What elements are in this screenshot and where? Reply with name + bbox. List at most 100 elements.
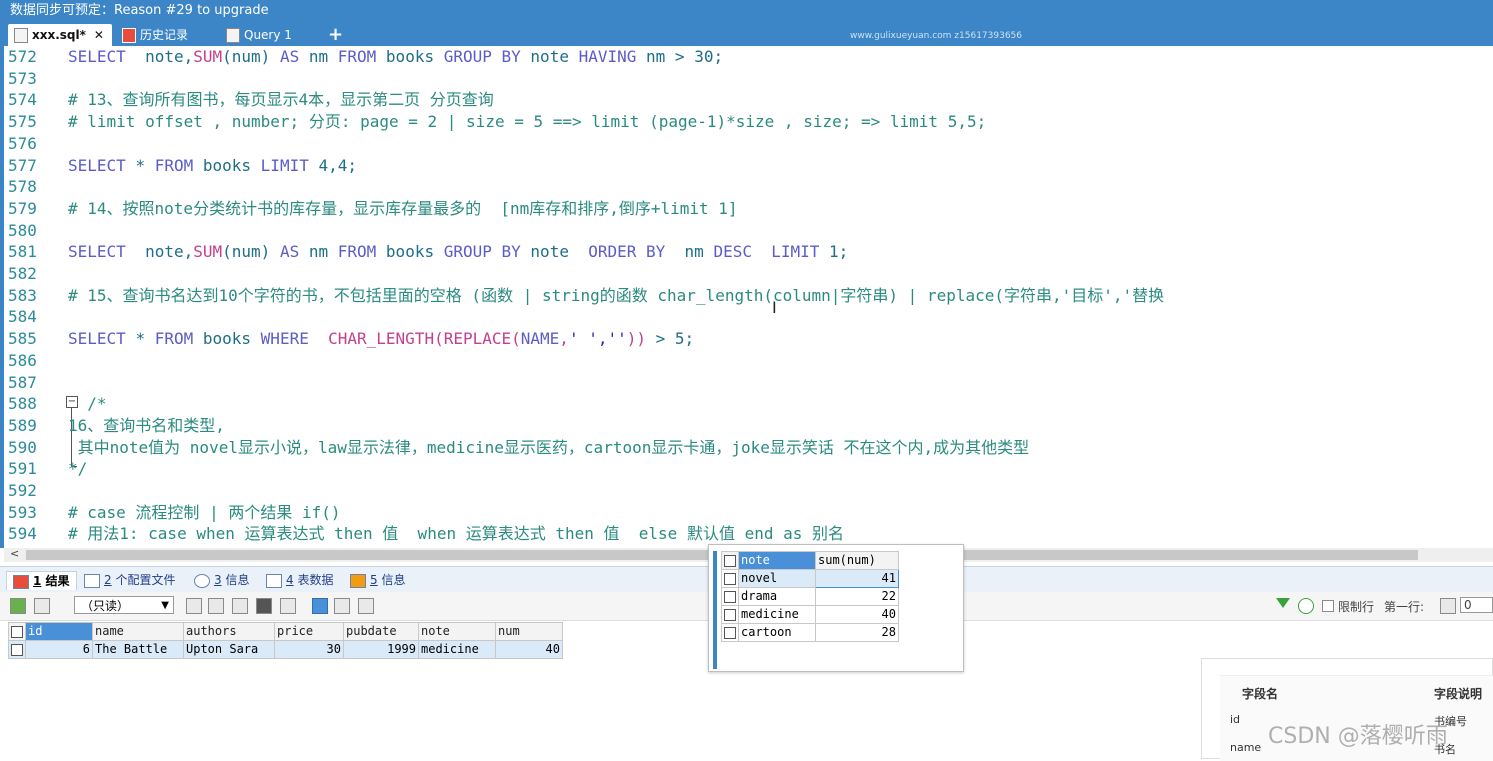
popup-row-checkbox-cell[interactable] [721, 623, 739, 642]
readonly-select[interactable]: （只读） ▼ [74, 596, 174, 614]
form-view-icon[interactable] [334, 598, 350, 614]
sql-editor[interactable]: − I 572 SELECT note,SUM(num) AS nm FROM b… [0, 46, 1493, 548]
tab-info-2[interactable]: 5 信息 [350, 571, 405, 589]
popup-cell[interactable]: 40 [815, 605, 899, 624]
code-line[interactable]: 578 [8, 176, 68, 198]
code-line[interactable]: 576 [8, 133, 68, 155]
duplicate-icon[interactable] [208, 598, 224, 614]
tab-profiles[interactable]: 2 个配置文件 [84, 571, 175, 589]
code-line[interactable]: 591 */ [8, 458, 87, 480]
new-tab-button[interactable]: + [328, 24, 343, 46]
result-cell[interactable]: The Battle [92, 640, 184, 659]
code-line[interactable]: 582 [8, 263, 68, 285]
table-row[interactable]: medicine 40 [721, 605, 899, 624]
copy-icon[interactable] [186, 598, 202, 614]
table-row[interactable]: novel 41 [721, 569, 899, 588]
row-checkbox[interactable] [11, 643, 23, 656]
popup-column-header[interactable]: note [738, 551, 816, 570]
previous-page-icon[interactable] [1440, 598, 1456, 614]
code-line[interactable]: 583 # 15、查询书名达到10个字符的书，不包括里面的空格 (函数 | str… [8, 285, 1164, 307]
code-line[interactable]: 584 [8, 306, 68, 328]
scroll-left-icon[interactable]: < [10, 547, 19, 560]
select-all-checkbox[interactable] [11, 625, 23, 638]
tab-xxx-sql[interactable]: xxx.sql* ✕ [8, 24, 112, 46]
popup-cell[interactable]: novel [738, 569, 816, 588]
popup-cell[interactable]: 28 [815, 623, 899, 642]
tab-table-data[interactable]: 4 表数据 [266, 571, 333, 589]
code-line[interactable]: 581 SELECT note,SUM(num) AS nm FROM books… [8, 241, 848, 263]
result-header-checkbox-cell[interactable] [8, 622, 26, 641]
row-checkbox[interactable] [724, 590, 736, 603]
popup-cell[interactable]: cartoon [738, 623, 816, 642]
code-line[interactable]: 579 # 14、按照note分类统计书的库存量，显示库存量最多的 [nm库存和排… [8, 198, 738, 220]
code-line[interactable]: 586 [8, 350, 68, 372]
code-line[interactable]: 572 SELECT note,SUM(num) AS nm FROM books… [8, 46, 723, 68]
first-row-input[interactable]: 0 [1460, 597, 1493, 613]
popup-header-checkbox-cell[interactable] [721, 551, 739, 570]
row-checkbox[interactable] [724, 626, 736, 639]
popup-grid[interactable]: note sum(num) novel 41 drama 22 medicine 40 cart… [721, 551, 899, 642]
code-line[interactable]: 588 /* [8, 393, 107, 415]
code-line[interactable]: 593 # case 流程控制 | 两个结果 if() [8, 502, 341, 524]
result-column-header[interactable]: price [274, 622, 344, 641]
refresh-icon[interactable] [1298, 598, 1314, 614]
select-all-checkbox[interactable] [724, 554, 736, 567]
result-column-header[interactable]: authors [183, 622, 275, 641]
code-line[interactable]: 587 [8, 372, 68, 394]
save-icon[interactable] [232, 598, 248, 614]
result-column-header[interactable]: name [92, 622, 184, 641]
tab-query-1[interactable]: Query 1 [220, 24, 292, 46]
delete-icon[interactable] [256, 598, 272, 614]
result-grid[interactable]: id name authors price pubdate note num 6 The Bat… [8, 622, 563, 659]
popup-cell[interactable]: 41 [815, 569, 899, 588]
code-line[interactable]: 589 16、查询书名和类型, [8, 415, 225, 437]
table-row[interactable]: 6 The Battle Upton Sara 30 1999 medicine 40 [8, 640, 563, 659]
table-row[interactable]: drama 22 [721, 587, 899, 606]
filter-icon[interactable] [1276, 598, 1290, 608]
result-cell[interactable]: 30 [274, 640, 344, 659]
grid-options-icon[interactable] [34, 598, 50, 614]
grid-view-icon[interactable] [312, 598, 328, 614]
result-column-header[interactable]: id [25, 622, 93, 641]
tab-history[interactable]: 历史记录 [116, 24, 188, 46]
close-tab-icon[interactable]: ✕ [94, 28, 104, 42]
text-view-icon[interactable] [358, 598, 374, 614]
popup-row-checkbox-cell[interactable] [721, 569, 739, 588]
table-row[interactable]: cartoon 28 [721, 623, 899, 642]
refresh-grid-icon[interactable] [280, 598, 296, 614]
code-token: books [202, 155, 261, 175]
code-line[interactable]: 592 [8, 480, 68, 502]
popup-cell[interactable]: 22 [815, 587, 899, 606]
popup-column-header[interactable]: sum(num) [815, 551, 899, 570]
code-line[interactable]: 577 SELECT * FROM books LIMIT 4,4; [8, 155, 357, 177]
result-row-checkbox-cell[interactable] [8, 640, 26, 659]
result-column-header[interactable]: note [418, 622, 496, 641]
result-cell[interactable]: medicine [418, 640, 496, 659]
result-cell[interactable]: 40 [495, 640, 563, 659]
add-row-icon[interactable] [10, 598, 26, 614]
code-line[interactable]: 574 # 13、查询所有图书，每页显示4本，显示第二页 分页查询 [8, 89, 494, 111]
popup-cell[interactable]: drama [738, 587, 816, 606]
tab-info[interactable]: 3 信息 [194, 571, 249, 589]
row-checkbox[interactable] [724, 608, 736, 621]
line-number: 589 [8, 415, 37, 435]
result-column-header[interactable]: num [495, 622, 563, 641]
popup-row-checkbox-cell[interactable] [721, 587, 739, 606]
row-checkbox[interactable] [724, 572, 736, 585]
tab-result[interactable]: 1 结果 [6, 571, 77, 590]
result-column-header[interactable]: pubdate [343, 622, 419, 641]
limit-rows-checkbox[interactable] [1322, 600, 1334, 612]
code-line[interactable]: 590 其中note值为 novel显示小说，law显示法律，medicine显… [8, 437, 1029, 459]
result-cell[interactable]: 6 [25, 640, 93, 659]
result-cell[interactable]: Upton Sara [183, 640, 275, 659]
field-desc-header: 字段说明 [1434, 687, 1483, 701]
code-line[interactable]: 585 SELECT * FROM books WHERE CHAR_LENGTH… [8, 328, 694, 350]
code-line[interactable]: 594 # 用法1: case when 运算表达式 then 值 when 运算… [8, 523, 844, 545]
code-line[interactable]: 575 # limit offset , number; 分页: page = 2… [8, 111, 986, 133]
popup-cell[interactable]: medicine [738, 605, 816, 624]
code-token: CHAR_LENGTH(REPLACE( [328, 329, 521, 349]
code-line[interactable]: 580 [8, 220, 68, 242]
code-line[interactable]: 573 [8, 68, 68, 90]
result-cell[interactable]: 1999 [343, 640, 419, 659]
popup-row-checkbox-cell[interactable] [721, 605, 739, 624]
